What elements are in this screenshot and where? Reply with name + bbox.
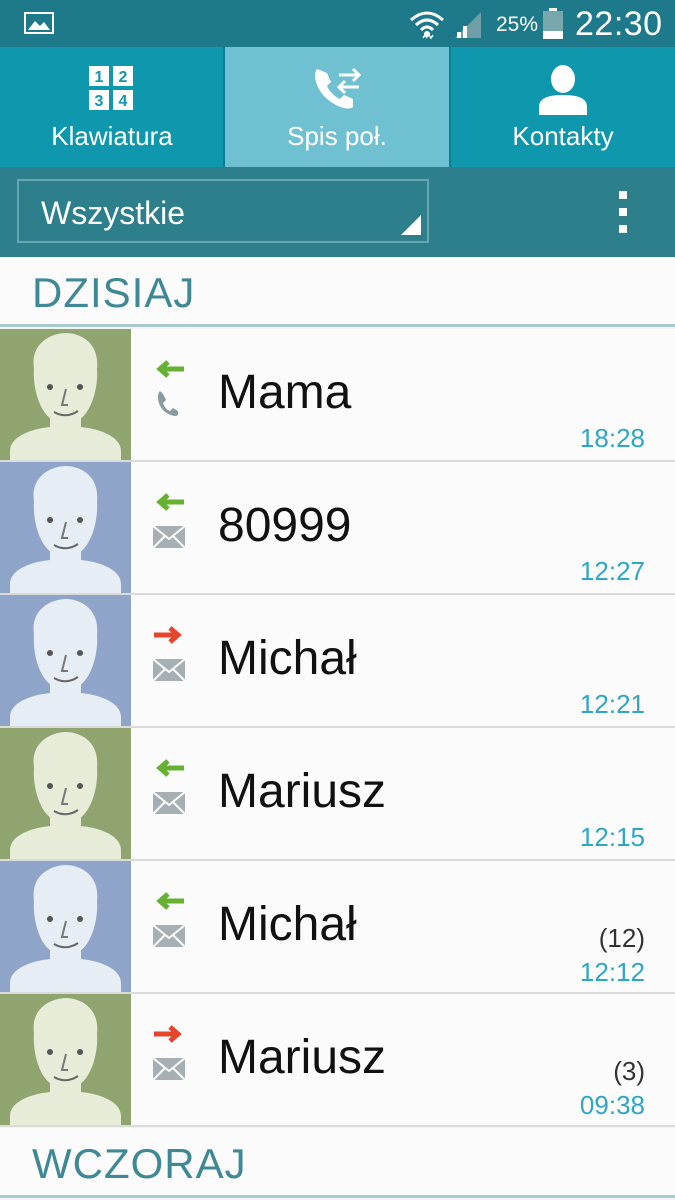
avatar[interactable] xyxy=(0,728,131,859)
keypad-icon: 1 2 3 4 xyxy=(89,66,133,110)
dropdown-arrow-icon xyxy=(401,215,421,235)
toolbar: Wszystkie xyxy=(0,167,675,257)
message-icon xyxy=(152,525,186,549)
signal-icon xyxy=(455,12,481,38)
tab-contacts-label: Kontakty xyxy=(512,121,614,151)
contact-name: Mama xyxy=(218,366,352,419)
list-item[interactable]: 80999 12:27 xyxy=(0,462,675,595)
svg-text:3: 3 xyxy=(95,93,104,110)
divider xyxy=(0,324,675,327)
tab-bar: 1 2 3 4 Klawiatura Spis poł. Kontakty xyxy=(0,47,675,167)
contact-icon xyxy=(539,65,587,115)
avatar[interactable] xyxy=(0,595,131,726)
message-count: (12) xyxy=(598,923,645,953)
battery-icon xyxy=(543,8,563,39)
section-header-yesterday: WCZORAJ xyxy=(0,1128,675,1198)
section-title: WCZORAJ xyxy=(32,1140,247,1187)
gallery-notification-icon xyxy=(24,12,54,34)
contact-name: Mariusz xyxy=(218,765,387,818)
outgoing-arrow-icon xyxy=(154,1025,182,1043)
message-icon xyxy=(152,791,186,815)
divider xyxy=(0,1195,675,1198)
list-item[interactable]: Michał 12:21 xyxy=(0,595,675,728)
list-item[interactable]: Mariusz 12:15 xyxy=(0,728,675,861)
contact-name: Michał xyxy=(218,632,357,685)
avatar[interactable] xyxy=(0,329,131,460)
message-count: (3) xyxy=(613,1056,645,1086)
tab-keypad[interactable]: 1 2 3 4 Klawiatura xyxy=(0,47,224,167)
timestamp: 12:21 xyxy=(579,689,645,719)
section-title: DZISIAJ xyxy=(32,269,196,316)
section-header-today: DZISIAJ xyxy=(0,257,675,327)
phone-icon xyxy=(157,391,178,416)
call-log-icon xyxy=(315,67,362,109)
tab-contacts[interactable]: Kontakty xyxy=(451,47,675,167)
avatar[interactable] xyxy=(0,861,131,992)
battery-percent: 25% xyxy=(496,13,539,36)
clock: 22:30 xyxy=(575,5,663,43)
tab-call-log[interactable]: Spis poł. xyxy=(225,47,449,167)
message-icon xyxy=(152,924,186,948)
more-options-icon[interactable] xyxy=(608,187,638,237)
incoming-arrow-icon xyxy=(156,759,184,777)
timestamp: 18:28 xyxy=(579,423,645,453)
incoming-arrow-icon xyxy=(156,360,184,378)
contact-name: Michał xyxy=(218,898,357,951)
svg-text:1: 1 xyxy=(95,69,104,86)
wifi-icon xyxy=(410,11,444,40)
svg-text:2: 2 xyxy=(119,69,128,86)
status-bar: 25% 22:30 xyxy=(0,0,675,47)
timestamp: 12:12 xyxy=(579,957,645,987)
svg-text:4: 4 xyxy=(119,93,128,110)
contact-name: 80999 xyxy=(218,499,352,552)
timestamp: 09:38 xyxy=(579,1090,645,1120)
avatar[interactable] xyxy=(0,462,131,593)
message-icon xyxy=(152,1057,186,1081)
contact-name: Mariusz xyxy=(218,1031,387,1084)
list-item[interactable]: Michał (12) 12:12 xyxy=(0,861,675,994)
tab-keypad-label: Klawiatura xyxy=(51,121,173,151)
filter-dropdown[interactable]: Wszystkie xyxy=(17,179,429,243)
list-item[interactable]: Mariusz (3) 09:38 xyxy=(0,994,675,1127)
timestamp: 12:27 xyxy=(579,556,645,586)
incoming-arrow-icon xyxy=(156,493,184,511)
message-icon xyxy=(152,658,186,682)
timestamp: 12:15 xyxy=(579,822,645,852)
list-item[interactable]: Mama 18:28 xyxy=(0,329,675,462)
incoming-arrow-icon xyxy=(156,892,184,910)
tab-call-log-label: Spis poł. xyxy=(287,121,387,151)
outgoing-arrow-icon xyxy=(154,626,182,644)
avatar[interactable] xyxy=(0,994,131,1125)
filter-value: Wszystkie xyxy=(41,195,185,231)
